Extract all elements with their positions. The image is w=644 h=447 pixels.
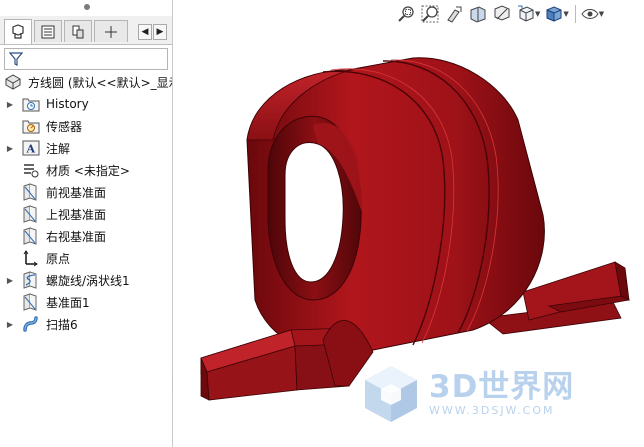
history-folder-icon [22, 95, 40, 113]
filter-icon [9, 52, 23, 66]
tree-item-label: 右视基准面 [46, 229, 107, 244]
graphics-viewport[interactable]: ▼ ▼ ▼ 3D世界网 WWW.3DSJW.COM [173, 0, 644, 447]
expand-arrow-icon[interactable]: ▶ [4, 320, 16, 329]
tab-more[interactable] [94, 20, 128, 42]
configuration-icon [72, 25, 84, 38]
plane-icon [22, 293, 40, 311]
crosshair-icon [105, 25, 117, 38]
watermark-cube-logo-icon [365, 366, 417, 422]
tab-scroll-left-button[interactable]: ◀ [138, 24, 152, 40]
plane-icon [22, 227, 40, 245]
tree-item-label: 螺旋线/涡状线1 [46, 273, 130, 288]
origin-icon [22, 249, 40, 267]
helix-icon [22, 271, 40, 289]
sweep-icon [22, 315, 40, 333]
plane-icon [22, 183, 40, 201]
watermark-text: 3D世界网 WWW.3DSJW.COM [429, 370, 574, 418]
tab-property-manager[interactable] [34, 20, 62, 42]
svg-text:A: A [26, 143, 36, 156]
feature-manager-panel: ◀ ▶ 方线圆 (默认<<默认>_显示 ▶ History 传感器 ▶ A 注解… [0, 0, 173, 447]
tree-item-right-plane[interactable]: 右视基准面 [4, 226, 106, 246]
property-list-icon [41, 25, 55, 38]
tree-item-label: History [46, 97, 89, 111]
tree-item-sweep6[interactable]: ▶ 扫描6 [4, 314, 78, 334]
coil-bore-opening [284, 142, 344, 283]
tree-item-sensors[interactable]: 传感器 [4, 116, 82, 136]
tree-item-label: 材质 <未指定> [46, 163, 130, 178]
tree-item-material[interactable]: 材质 <未指定> [4, 160, 130, 180]
tree-item-front-plane[interactable]: 前视基准面 [4, 182, 106, 202]
expand-arrow-icon[interactable]: ▶ [4, 100, 16, 109]
annotations-icon: A [22, 139, 40, 157]
tree-item-label: 基准面1 [46, 295, 90, 310]
expand-arrow-icon[interactable]: ▶ [4, 276, 16, 285]
tree-item-origin[interactable]: 原点 [4, 248, 70, 268]
tree-item-helix[interactable]: ▶ 螺旋线/涡状线1 [4, 270, 130, 290]
sensor-icon [22, 117, 40, 135]
panel-grip[interactable] [84, 4, 90, 10]
tree-root-part[interactable]: 方线圆 (默认<<默认>_显示 [4, 73, 173, 91]
tree-item-label: 扫描6 [46, 317, 78, 332]
tree-item-label: 原点 [46, 251, 71, 266]
part-icon [5, 74, 21, 90]
part-name: 方线圆 (默认<<默认>_显示 [28, 75, 173, 90]
tree-filter[interactable] [4, 48, 168, 70]
tree-item-history[interactable]: ▶ History [4, 94, 89, 114]
tree-item-label: 前视基准面 [46, 185, 107, 200]
tab-scroll-right-button[interactable]: ▶ [153, 24, 167, 40]
tree-item-plane1[interactable]: 基准面1 [4, 292, 90, 312]
tree-item-top-plane[interactable]: 上视基准面 [4, 204, 106, 224]
watermark: 3D世界网 WWW.3DSJW.COM [359, 362, 574, 426]
tree-item-label: 传感器 [46, 119, 83, 134]
tree-item-label: 上视基准面 [46, 207, 107, 222]
plane-icon [22, 205, 40, 223]
tree-item-label: 注解 [46, 141, 71, 156]
tab-feature-manager[interactable] [4, 19, 32, 44]
panel-tab-bar: ◀ ▶ [0, 16, 172, 45]
tab-configuration-manager[interactable] [64, 20, 92, 42]
tree-item-annotations[interactable]: ▶ A 注解 [4, 138, 70, 158]
material-icon [22, 161, 40, 179]
watermark-url: WWW.3DSJW.COM [429, 404, 555, 417]
expand-arrow-icon[interactable]: ▶ [4, 144, 16, 153]
watermark-brand: 3D世界网 [429, 369, 575, 405]
feature-tree-icon [12, 24, 24, 39]
